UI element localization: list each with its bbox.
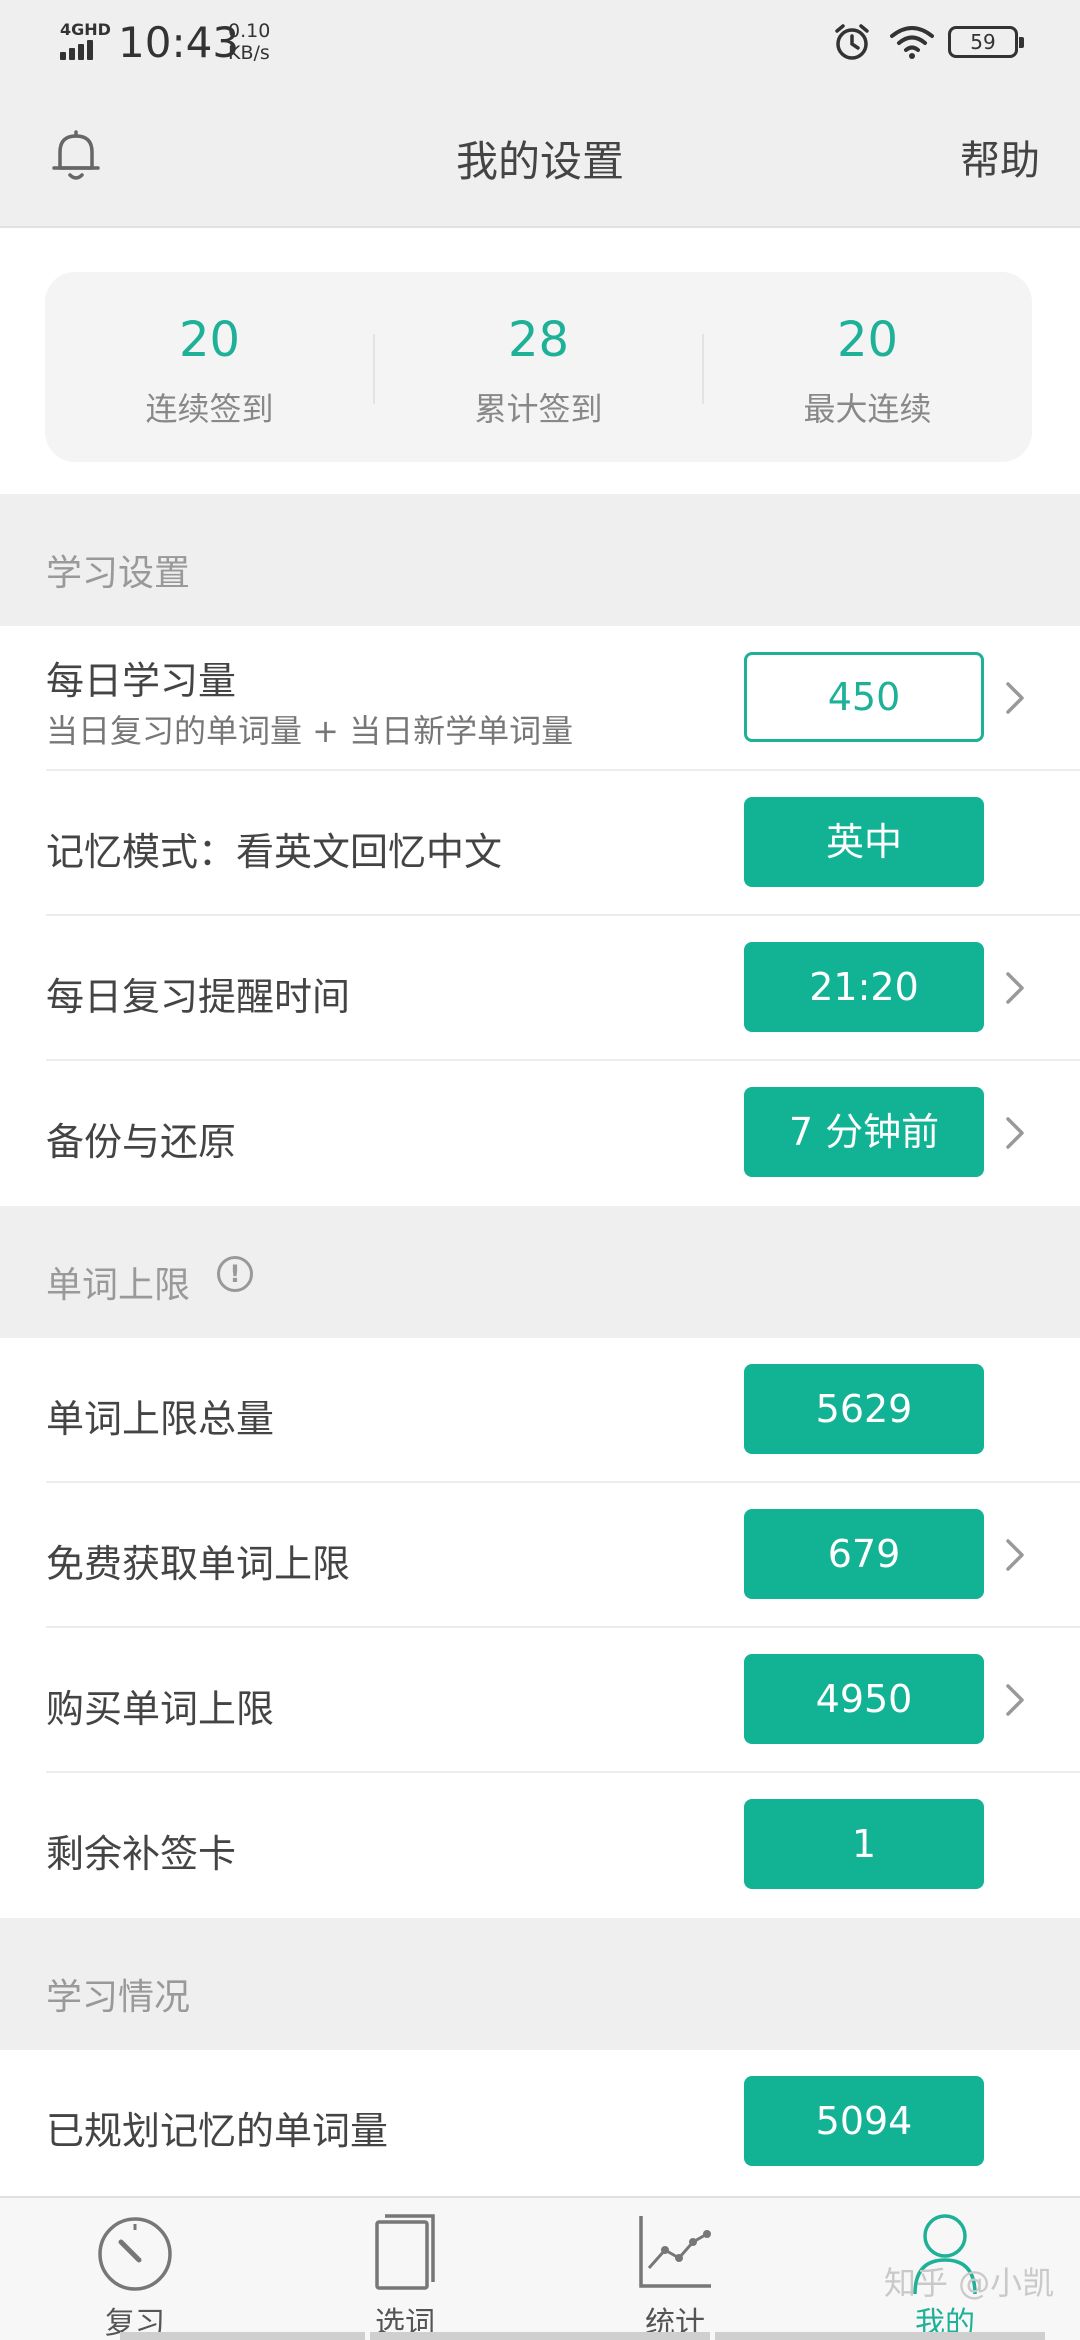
chevron-right-icon bbox=[1006, 1539, 1024, 1571]
tab-statistics[interactable]: 统计 bbox=[540, 2198, 810, 2340]
row-label: 每日学习量 bbox=[46, 659, 237, 703]
stat-total-checkin: 28 累计签到 bbox=[374, 272, 703, 462]
reminder-time-button[interactable]: 21:20 bbox=[744, 942, 984, 1032]
checkin-stats-card: 20 连续签到 28 累计签到 20 最大连续 bbox=[45, 272, 1032, 462]
backup-status-button[interactable]: 7 分钟前 bbox=[744, 1087, 984, 1177]
signal-icon bbox=[60, 38, 104, 60]
stat-value: 20 bbox=[836, 312, 899, 368]
settings-screen: 4GHD 10:43 0.10 KB/s 59 我的设置 帮助 20 连续签到 … bbox=[0, 0, 1080, 2340]
section-title: 学习情况 bbox=[46, 1977, 191, 2018]
row-planned-words: 已规划记忆的单词量 5094 bbox=[0, 2050, 1080, 2195]
battery-level: 59 bbox=[970, 30, 996, 54]
network-type: 4GHD bbox=[60, 20, 111, 39]
stat-label: 连续签到 bbox=[145, 390, 274, 428]
free-limit-button[interactable]: 679 bbox=[744, 1509, 984, 1599]
row-label: 备份与还原 bbox=[46, 1120, 237, 1164]
watermark-text: 知乎 @小凯 bbox=[884, 2264, 1055, 2302]
tab-underline bbox=[715, 2332, 1045, 2340]
row-memory-mode[interactable]: 记忆模式：看英文回忆中文 英中 bbox=[0, 771, 1080, 916]
row-remaining-makeup-cards: 剩余补签卡 1 bbox=[0, 1773, 1080, 1918]
status-time: 10:43 bbox=[118, 18, 240, 67]
tab-review[interactable]: 复习 bbox=[0, 2198, 270, 2340]
section-study-settings: 学习设置 bbox=[0, 494, 1080, 626]
row-backup-restore[interactable]: 备份与还原 7 分钟前 bbox=[0, 1061, 1080, 1206]
battery-icon: 59 bbox=[948, 26, 1024, 58]
status-bar: 4GHD 10:43 0.10 KB/s 59 bbox=[0, 0, 1080, 84]
stat-value: 28 bbox=[507, 312, 570, 368]
section-word-limit: 单词上限 ! bbox=[0, 1206, 1080, 1338]
alarm-icon bbox=[835, 24, 869, 60]
row-daily-study-amount[interactable]: 每日学习量 当日复习的单词量 + 当日新学单词量 450 bbox=[0, 626, 1080, 771]
row-label: 单词上限总量 bbox=[46, 1397, 275, 1441]
row-label: 每日复习提醒时间 bbox=[46, 975, 351, 1019]
row-word-limit-total: 单词上限总量 5629 bbox=[0, 1338, 1080, 1483]
row-purchase-word-limit[interactable]: 购买单词上限 4950 bbox=[0, 1628, 1080, 1773]
chevron-right-icon bbox=[1006, 1117, 1024, 1149]
stat-label: 最大连续 bbox=[803, 390, 932, 428]
section-title: 学习设置 bbox=[46, 553, 191, 594]
row-label: 购买单词上限 bbox=[46, 1687, 275, 1731]
row-label: 剩余补签卡 bbox=[46, 1832, 237, 1876]
stat-value: 20 bbox=[178, 312, 241, 368]
word-limit-total-value: 5629 bbox=[744, 1364, 984, 1454]
page-title: 我的设置 bbox=[455, 137, 624, 186]
info-icon[interactable]: ! bbox=[217, 1256, 253, 1292]
gauge-icon bbox=[98, 2217, 172, 2291]
tab-underline bbox=[120, 2332, 365, 2340]
app-header: 我的设置 帮助 bbox=[0, 84, 1080, 228]
tab-select-words[interactable]: 选词 bbox=[270, 2198, 540, 2340]
section-title: 单词上限 bbox=[46, 1265, 191, 1306]
row-review-reminder-time[interactable]: 每日复习提醒时间 21:20 bbox=[0, 916, 1080, 1061]
book-icon bbox=[375, 2214, 435, 2290]
planned-words-value: 5094 bbox=[744, 2076, 984, 2166]
wifi-icon bbox=[890, 26, 934, 59]
network-speed-unit: KB/s bbox=[228, 42, 270, 64]
memory-mode-button[interactable]: 英中 bbox=[744, 797, 984, 887]
row-free-word-limit[interactable]: 免费获取单词上限 679 bbox=[0, 1483, 1080, 1628]
purchase-limit-button[interactable]: 4950 bbox=[744, 1654, 984, 1744]
help-button[interactable]: 帮助 bbox=[960, 128, 1040, 186]
chart-icon bbox=[639, 2216, 711, 2288]
daily-amount-input[interactable]: 450 bbox=[744, 652, 984, 742]
stat-max-consecutive: 20 最大连续 bbox=[703, 272, 1032, 462]
row-label: 免费获取单词上限 bbox=[46, 1542, 351, 1586]
stat-label: 累计签到 bbox=[474, 390, 603, 428]
chevron-right-icon bbox=[1006, 1684, 1024, 1716]
network-speed-value: 0.10 bbox=[228, 20, 271, 42]
row-sublabel: 当日复习的单词量 + 当日新学单词量 bbox=[46, 712, 574, 750]
stat-consecutive-checkin: 20 连续签到 bbox=[45, 272, 374, 462]
tab-underline bbox=[370, 2332, 710, 2340]
row-label: 已规划记忆的单词量 bbox=[46, 2109, 389, 2153]
network-speed: 0.10 KB/s bbox=[228, 20, 270, 64]
makeup-cards-value: 1 bbox=[744, 1799, 984, 1889]
row-label: 记忆模式：看英文回忆中文 bbox=[46, 830, 503, 874]
section-study-progress: 学习情况 bbox=[0, 1918, 1080, 2050]
chevron-right-icon bbox=[1006, 682, 1024, 714]
chevron-right-icon bbox=[1006, 972, 1024, 1004]
